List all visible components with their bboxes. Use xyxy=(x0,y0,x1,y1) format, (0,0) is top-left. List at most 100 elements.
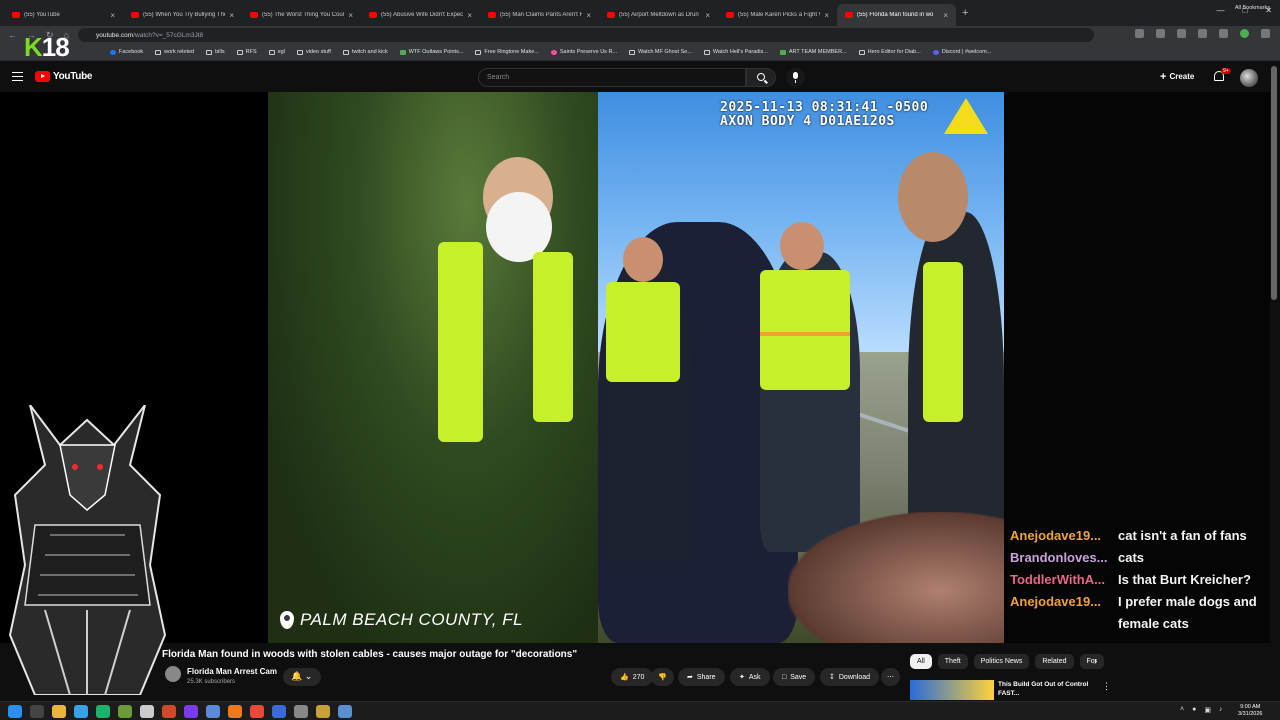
bookmark-item[interactable]: Free Ringtone Make... xyxy=(475,49,539,55)
app-icon[interactable] xyxy=(294,705,308,718)
close-tab-icon[interactable]: × xyxy=(705,11,710,20)
worker-vest xyxy=(533,252,573,422)
filter-chip[interactable]: Politics News xyxy=(973,654,1030,669)
back-icon[interactable]: ← xyxy=(8,30,17,41)
close-tab-icon[interactable]: × xyxy=(229,11,234,20)
star-icon[interactable] xyxy=(1156,29,1165,38)
search-taskbar-icon[interactable] xyxy=(30,705,44,718)
youtube-favicon-icon xyxy=(488,12,496,18)
app-icon[interactable] xyxy=(338,705,352,718)
app-icon[interactable] xyxy=(272,705,286,718)
firefox-icon[interactable] xyxy=(228,705,242,718)
dislike-button[interactable]: 👎 xyxy=(651,668,674,686)
volume-icon[interactable]: ♪ xyxy=(1219,706,1223,714)
filter-chip[interactable]: Theft xyxy=(937,654,968,669)
chevron-right-icon[interactable]: › xyxy=(1094,656,1097,667)
bookmark-item[interactable]: work releted xyxy=(155,49,194,55)
close-tab-icon[interactable]: × xyxy=(586,11,591,20)
recommended-title[interactable]: This Build Got Out of Control FAST... xyxy=(998,680,1098,698)
create-button[interactable]: + Create xyxy=(1160,71,1194,83)
save-button[interactable]: □ Save xyxy=(773,668,816,686)
download-button[interactable]: ↧ Download xyxy=(820,668,880,686)
browser-tab[interactable]: (55) Florida Man found in wo × xyxy=(837,4,956,26)
ask-button[interactable]: ✦ Ask xyxy=(730,668,770,686)
bookmark-item[interactable]: Discord | #welcom... xyxy=(932,49,991,55)
youtube-logo[interactable]: YouTube xyxy=(35,71,93,82)
app-icon[interactable] xyxy=(184,705,198,718)
bookmark-item[interactable]: Hero Editor for Diab... xyxy=(858,49,921,55)
menu-icon[interactable] xyxy=(1261,29,1270,38)
profile-avatar[interactable] xyxy=(1240,29,1249,38)
page-scrollbar[interactable] xyxy=(1271,66,1277,300)
video-player[interactable]: 2025-11-13 08:31:41 -0500 AXON BODY 4 D0… xyxy=(268,92,1004,643)
mic-tray-icon[interactable]: ● xyxy=(1192,706,1196,714)
search-button[interactable] xyxy=(746,68,776,87)
browser-tab[interactable]: (55) YouTube × xyxy=(4,4,123,26)
bookmark-item[interactable]: Watch Hell's Paradis... xyxy=(703,49,768,55)
system-clock[interactable]: 9:00 AM 3/31/2026 xyxy=(1238,704,1262,718)
mail-icon[interactable] xyxy=(74,705,88,718)
browser-tab[interactable]: (55) Airport Meltdown as Drun × xyxy=(599,4,718,26)
channel-name[interactable]: Florida Man Arrest Cam xyxy=(187,667,277,676)
puzzle-icon[interactable] xyxy=(1198,29,1207,38)
channel-avatar[interactable] xyxy=(165,666,181,682)
close-tab-icon[interactable]: × xyxy=(943,11,948,20)
tab-title: (55) Florida Man found in wo xyxy=(857,12,934,18)
install-icon[interactable] xyxy=(1135,29,1144,38)
app-icon[interactable] xyxy=(162,705,176,718)
app-icon[interactable] xyxy=(140,705,154,718)
bookmark-item[interactable]: egl xyxy=(268,49,285,55)
share-button[interactable]: ➦ Share xyxy=(678,668,725,686)
bookmark-item[interactable]: RFS xyxy=(236,49,257,55)
browser-tab[interactable]: (55) When You Try Bullying The × xyxy=(123,4,242,26)
address-bar[interactable]: youtube.com/watch?v=_57cGLm3Jt8 xyxy=(78,28,1094,42)
bookmark-item[interactable]: ART TEAM MEMBER... xyxy=(779,49,847,55)
close-tab-icon[interactable]: × xyxy=(467,11,472,20)
recommended-thumbnail[interactable] xyxy=(910,680,994,700)
app-icon[interactable] xyxy=(316,705,330,718)
voice-search-icon[interactable] xyxy=(786,68,805,87)
browser-toolbar: ← → ↻ ⌂ youtube.com/watch?v=_57cGLm3Jt8 xyxy=(0,26,1280,44)
app-icon[interactable] xyxy=(206,705,220,718)
bookmark-item[interactable]: Watch MF Ghost Se... xyxy=(629,49,692,55)
like-button[interactable]: 👍 270 xyxy=(611,668,654,686)
hamburger-menu-icon[interactable] xyxy=(12,72,23,81)
bookmark-label: WTF Outlaws Points... xyxy=(408,49,464,55)
close-tab-icon[interactable]: × xyxy=(110,11,115,20)
network-icon[interactable]: ▣ xyxy=(1204,706,1211,714)
bookmark-item[interactable]: twitch and kick xyxy=(342,49,388,55)
account-avatar[interactable] xyxy=(1240,69,1258,87)
recommended-more-icon[interactable]: ⋮ xyxy=(1102,681,1111,692)
chevron-up-icon[interactable]: ˄ xyxy=(1180,706,1184,714)
more-actions-button[interactable]: ⋯ xyxy=(881,668,900,686)
filter-chip[interactable]: Related xyxy=(1035,654,1074,669)
subscription-bell-button[interactable]: 🔔 ⌄ xyxy=(283,668,321,686)
close-tab-icon[interactable]: × xyxy=(348,11,353,20)
filter-chip[interactable]: All xyxy=(910,654,932,669)
bookmark-item[interactable]: Facebook xyxy=(110,49,143,55)
overlay-number: 18 xyxy=(41,32,70,62)
windows-taskbar: ˄ ● ▣ ♪ 9:00 AM 3/31/2026 xyxy=(0,701,1280,720)
bookmark-item[interactable]: bills xyxy=(206,49,225,55)
bookmark-item[interactable]: WTF Outlaws Points... xyxy=(399,49,464,55)
tab-title: (55) Male Karen Picks a Fight W xyxy=(738,12,821,18)
all-bookmarks[interactable]: All Bookmarks xyxy=(1235,5,1270,11)
close-tab-icon[interactable]: × xyxy=(824,11,829,20)
search-input[interactable]: Search xyxy=(478,68,746,87)
browser-tab[interactable]: (55) Abusive Wife Didn't Expec × xyxy=(361,4,480,26)
browser-tab[interactable]: (55) Male Karen Picks a Fight W × xyxy=(718,4,837,26)
windows-start-icon[interactable] xyxy=(8,705,22,718)
app-icon[interactable] xyxy=(96,705,110,718)
sidebar-icon[interactable] xyxy=(1219,29,1228,38)
chrome-icon[interactable] xyxy=(250,705,264,718)
app-icon[interactable] xyxy=(118,705,132,718)
filter-chip[interactable]: For xyxy=(1079,654,1104,669)
extension-icon[interactable] xyxy=(1177,29,1186,38)
browser-tab[interactable]: (55) The Worst Thing You Could × xyxy=(242,4,361,26)
new-tab-button[interactable]: + xyxy=(962,7,968,19)
file-explorer-icon[interactable] xyxy=(52,705,66,718)
browser-tab[interactable]: (55) Man Claims Pants Aren't H × xyxy=(480,4,599,26)
bookmark-item[interactable]: Saints Preserve Us R... xyxy=(550,49,617,55)
minimize-icon[interactable]: — xyxy=(1216,6,1224,15)
bookmark-item[interactable]: video stuff xyxy=(296,49,331,55)
